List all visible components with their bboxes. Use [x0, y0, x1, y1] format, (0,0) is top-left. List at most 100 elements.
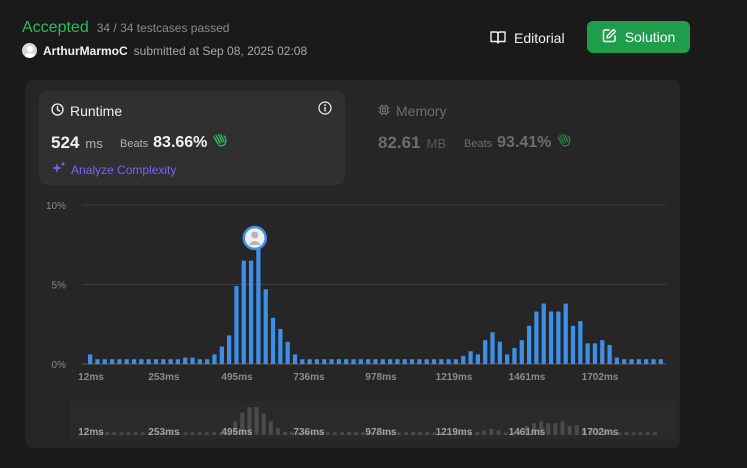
runtime-bar[interactable] — [541, 303, 546, 364]
runtime-bar[interactable] — [248, 260, 254, 364]
runtime-bar[interactable] — [256, 244, 261, 364]
y-tick-label: 0% — [52, 360, 67, 371]
runtime-bar[interactable] — [168, 359, 173, 364]
runtime-bar[interactable] — [344, 359, 349, 364]
runtime-bar[interactable] — [402, 359, 407, 364]
runtime-bar[interactable] — [153, 359, 159, 364]
x-tick-label: 495ms — [221, 372, 253, 383]
navigator-bar — [190, 432, 195, 435]
navigator-bar — [282, 432, 288, 435]
runtime-bar[interactable] — [205, 359, 210, 364]
runtime-bar[interactable] — [351, 359, 356, 364]
runtime-bar[interactable] — [139, 359, 144, 364]
navigator-tick-label: 978ms — [365, 427, 397, 438]
runtime-bar[interactable] — [234, 286, 239, 364]
runtime-bar[interactable] — [578, 321, 583, 364]
runtime-bar[interactable] — [190, 357, 195, 364]
runtime-bar[interactable] — [117, 359, 122, 364]
runtime-bar[interactable] — [366, 359, 371, 364]
runtime-bar[interactable] — [658, 359, 663, 364]
navigator-bar — [325, 432, 330, 435]
navigator-bar — [631, 432, 636, 435]
navigator-tick-label: 1219ms — [436, 427, 473, 438]
runtime-bar[interactable] — [219, 346, 224, 364]
runtime-bar[interactable] — [607, 344, 612, 364]
runtime-bar[interactable] — [512, 348, 517, 364]
runtime-bar[interactable] — [380, 359, 385, 364]
runtime-bar[interactable] — [175, 359, 181, 364]
user-avatar-marker[interactable] — [242, 225, 267, 251]
runtime-bar[interactable] — [285, 341, 290, 364]
runtime-bar[interactable] — [197, 359, 202, 364]
runtime-bar[interactable] — [490, 332, 495, 364]
runtime-distribution-chart[interactable]: 0% 5% 10% 12ms 253ms 495ms 736ms 978ms 1219ms 14… — [0, 0, 747, 468]
runtime-bar[interactable] — [300, 359, 305, 364]
runtime-bar[interactable] — [629, 359, 634, 364]
runtime-bar[interactable] — [417, 359, 422, 364]
navigator-bar — [140, 432, 145, 435]
runtime-bar[interactable] — [468, 351, 473, 364]
runtime-bar[interactable] — [548, 311, 554, 364]
runtime-bar[interactable] — [241, 260, 246, 364]
navigator-bar — [332, 432, 337, 435]
runtime-bar[interactable] — [227, 335, 232, 364]
runtime-bar[interactable] — [270, 317, 276, 364]
runtime-bar[interactable] — [614, 357, 620, 364]
runtime-bar[interactable] — [570, 325, 576, 364]
runtime-bar[interactable] — [505, 354, 510, 364]
runtime-bar[interactable] — [373, 359, 378, 364]
runtime-bar[interactable] — [161, 359, 166, 364]
runtime-bar[interactable] — [124, 359, 129, 364]
navigator-bar — [546, 423, 551, 435]
navigator-tick-label: 1702ms — [582, 427, 619, 438]
runtime-bar[interactable] — [534, 311, 539, 364]
runtime-bar[interactable] — [307, 359, 312, 364]
runtime-bar[interactable] — [431, 359, 437, 364]
runtime-bar[interactable] — [585, 343, 590, 364]
runtime-bar[interactable] — [475, 354, 481, 364]
runtime-bar[interactable] — [263, 289, 268, 364]
runtime-bar[interactable] — [146, 359, 151, 364]
runtime-bar[interactable] — [453, 359, 459, 364]
runtime-bar[interactable] — [563, 303, 568, 364]
runtime-bar[interactable] — [88, 354, 93, 364]
runtime-bar[interactable] — [483, 340, 488, 364]
runtime-bar[interactable] — [497, 341, 502, 364]
runtime-bar[interactable] — [329, 359, 334, 364]
navigator-bar — [645, 432, 650, 435]
runtime-bar[interactable] — [102, 359, 107, 364]
runtime-bar[interactable] — [651, 359, 656, 364]
runtime-bar[interactable] — [526, 325, 532, 364]
runtime-bar[interactable] — [358, 359, 363, 364]
runtime-bar[interactable] — [292, 354, 298, 364]
runtime-bar[interactable] — [439, 359, 444, 364]
runtime-bar[interactable] — [644, 359, 649, 364]
runtime-bar[interactable] — [131, 359, 137, 364]
runtime-bar[interactable] — [395, 359, 400, 364]
runtime-bar[interactable] — [446, 359, 451, 364]
runtime-bar[interactable] — [461, 356, 466, 364]
runtime-bar[interactable] — [622, 359, 627, 364]
runtime-bar[interactable] — [409, 359, 415, 364]
x-tick-label: 253ms — [148, 372, 180, 383]
navigator-bar — [354, 432, 359, 435]
runtime-bar[interactable] — [556, 311, 561, 364]
runtime-bar[interactable] — [109, 359, 115, 364]
runtime-bar[interactable] — [336, 359, 342, 364]
navigator-bar — [105, 432, 110, 435]
runtime-bar[interactable] — [592, 343, 598, 364]
runtime-bar[interactable] — [387, 359, 393, 364]
runtime-bar[interactable] — [278, 329, 283, 364]
navigator-bar — [482, 430, 487, 435]
runtime-bar[interactable] — [212, 354, 217, 364]
runtime-bar[interactable] — [322, 359, 327, 364]
navigator-bar — [503, 432, 508, 435]
runtime-bar[interactable] — [600, 340, 605, 364]
runtime-bar[interactable] — [519, 340, 524, 364]
runtime-bar[interactable] — [636, 359, 641, 364]
runtime-bar[interactable] — [95, 359, 100, 364]
runtime-bar[interactable] — [183, 357, 188, 364]
runtime-bar[interactable] — [314, 359, 320, 364]
navigator-tick-label: 253ms — [148, 427, 180, 438]
runtime-bar[interactable] — [424, 359, 429, 364]
